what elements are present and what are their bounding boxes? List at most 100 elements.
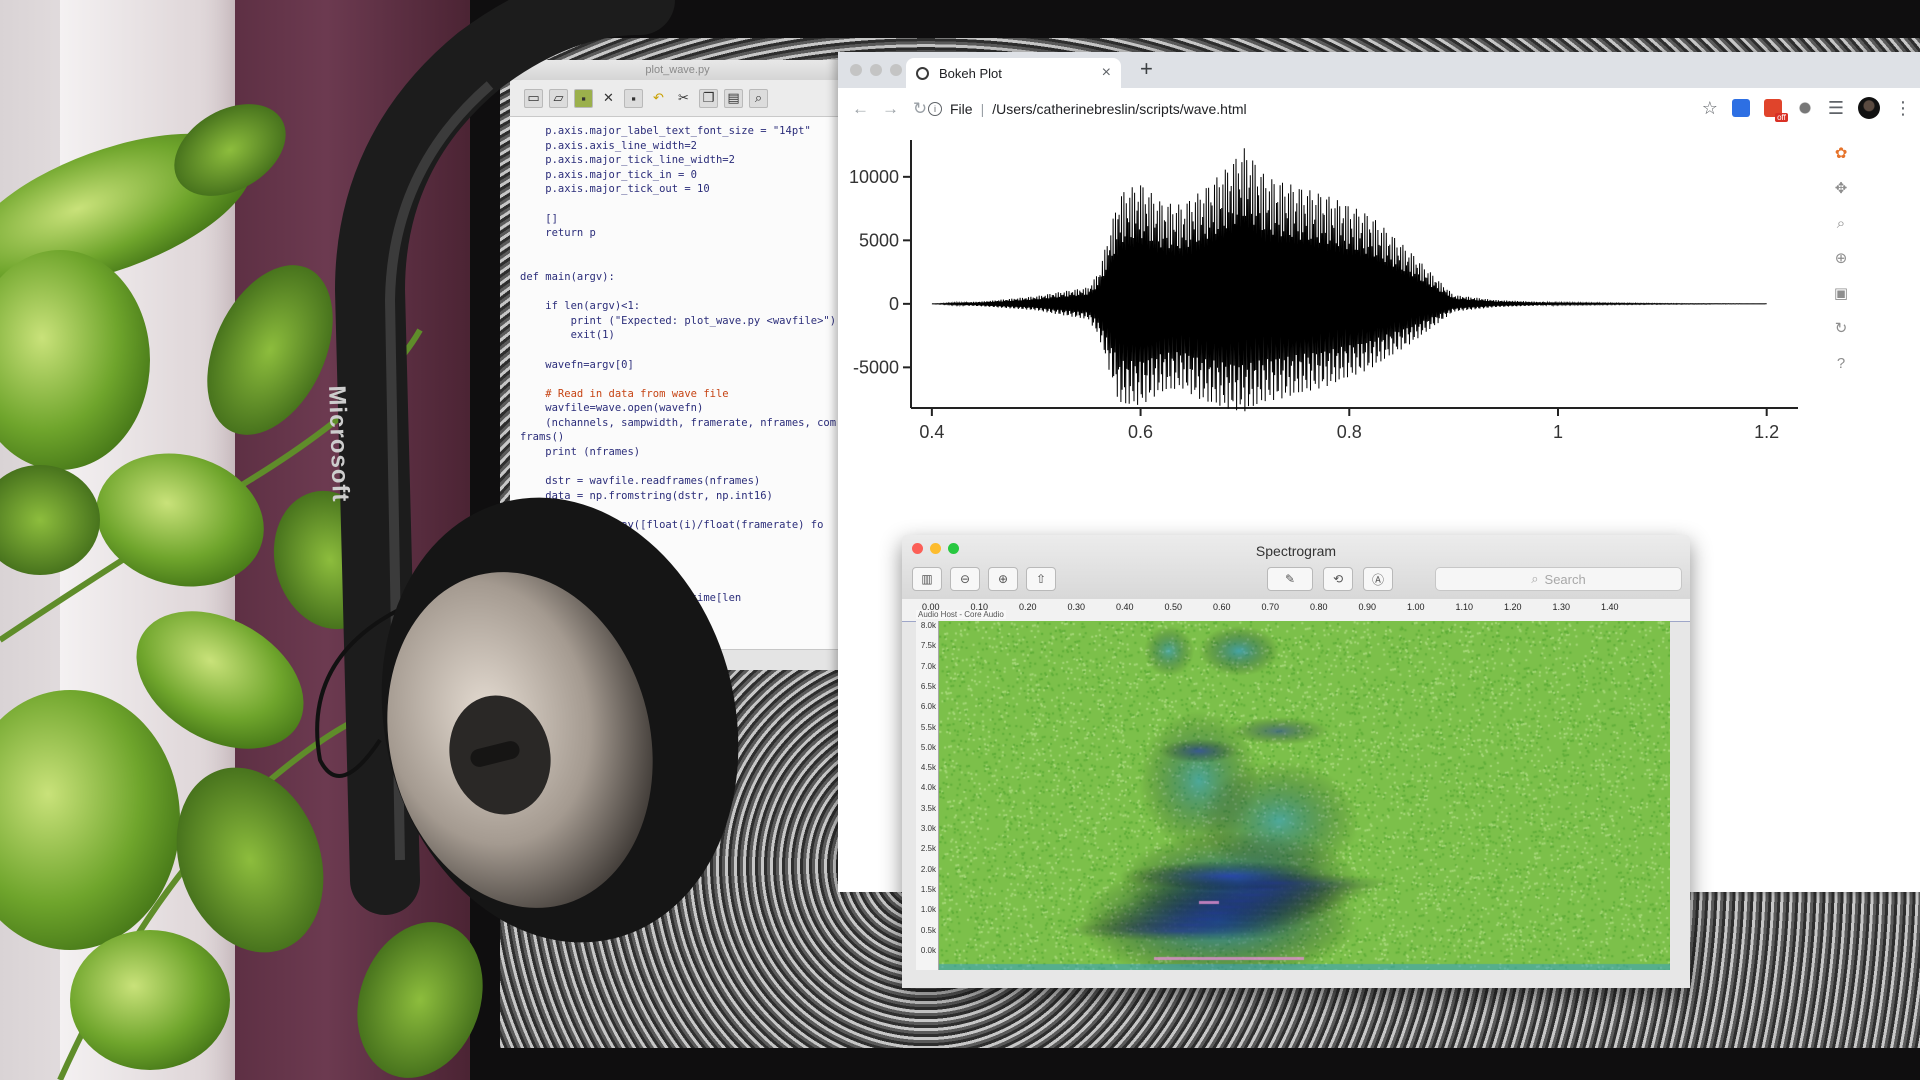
annotate-icon[interactable]: Ⓐ <box>1363 567 1393 591</box>
frequency-tick-label: 3.0k <box>920 824 936 833</box>
code-line[interactable]: frams() <box>520 430 839 445</box>
code-line[interactable]: # output page <box>520 547 839 562</box>
cut-icon[interactable]: ✂ <box>674 89 693 108</box>
code-line[interactable]: p.axis.axis_line_width=2 <box>520 139 839 154</box>
code-line[interactable]: data = np.fromstring(dstr, np.int16) <box>520 489 839 504</box>
code-line[interactable]: p.axis.major_tick_line_width=2 <box>520 153 839 168</box>
toolbar-extensions: ☆ off ☰ ⋮ <box>1702 97 1912 122</box>
code-line[interactable] <box>520 241 839 256</box>
editor-status-bar: 28 (Python ElDoc) <box>510 649 845 670</box>
playlist-icon[interactable]: ☰ <box>1828 98 1844 119</box>
code-line[interactable]: def main(argv): <box>520 270 839 285</box>
help-icon[interactable]: ? <box>1830 352 1852 374</box>
waveform-series[interactable] <box>931 148 1767 412</box>
editor-toolbar: ▭ ▱ ▪ ✕ ▪ ↶ ✂ ❐ ▤ ⌕ <box>510 80 845 117</box>
code-line[interactable]: p.axis.major_label_text_font_size = "14p… <box>520 124 839 139</box>
frequency-tick-label: 0.5k <box>920 925 936 935</box>
save-icon[interactable]: ▪ <box>574 88 593 108</box>
code-editor-window[interactable]: plot_wave.py ▭ ▱ ▪ ✕ ▪ ↶ ✂ ❐ ▤ ⌕ p.axis.… <box>510 60 846 670</box>
minimize-window-button[interactable] <box>870 64 882 76</box>
x-tick-label: 1.2 <box>1754 422 1779 442</box>
code-line[interactable] <box>520 576 839 591</box>
code-line[interactable]: p.axis.major_tick_in = 0 <box>520 168 839 183</box>
markup-pen-icon[interactable]: ✎ <box>1267 567 1313 591</box>
address-bar: ← → ↻ i File | /Users/catherinebreslin/s… <box>838 88 1920 131</box>
code-line[interactable]: dstr = wavfile.readframes(nframes) <box>520 474 839 489</box>
paste-icon[interactable]: ▤ <box>724 88 743 108</box>
spectrogram-search-input[interactable]: ⌕ Search <box>1435 567 1682 591</box>
photo-scene: plot_wave.py ▭ ▱ ▪ ✕ ▪ ↶ ✂ ❐ ▤ ⌕ p.axis.… <box>0 0 1920 1080</box>
frequency-tick-label: 4.0k <box>920 783 936 793</box>
code-line[interactable]: (nchannels, sampwidth, framerate, nframe… <box>520 416 839 431</box>
code-line[interactable]: return p <box>520 226 839 241</box>
code-line[interactable] <box>520 343 839 358</box>
frequency-tick-label: 7.5k <box>920 641 936 651</box>
reload-icon[interactable]: ↻ <box>912 99 928 119</box>
code-line[interactable]: print (nframes) <box>520 445 839 460</box>
red-extension-icon[interactable]: off <box>1763 99 1788 122</box>
reset-icon[interactable]: ↻ <box>1830 317 1852 339</box>
code-line[interactable]: exit(1) <box>520 328 839 343</box>
copy-icon[interactable]: ❐ <box>699 88 718 108</box>
info-icon[interactable]: i <box>928 102 942 116</box>
time-tick-label: 1.30 <box>1552 602 1571 612</box>
code-line[interactable] <box>520 372 839 387</box>
pan-icon[interactable]: ✥ <box>1830 177 1852 199</box>
close-icon[interactable]: ✕ <box>599 89 618 108</box>
code-line[interactable]: if len(argv)<1: <box>520 299 839 314</box>
back-arrow-icon[interactable]: ← <box>852 99 869 119</box>
time-tick-label: 0.00 <box>922 602 940 612</box>
new-file-icon[interactable]: ▭ <box>524 88 543 108</box>
box-zoom-icon[interactable]: ⌕ <box>1830 212 1852 234</box>
zoom-out-icon[interactable]: ⊖ <box>950 567 980 591</box>
menu-kebab-icon[interactable]: ⋮ <box>1894 98 1912 119</box>
search-icon[interactable]: ⌕ <box>749 88 768 108</box>
headphone-brand-logo: Microsoft <box>323 385 355 503</box>
code-line[interactable] <box>520 255 839 270</box>
save-plot-icon[interactable]: ▣ <box>1830 282 1852 304</box>
code-line[interactable]: p.axis.major_tick_out = 10 <box>520 182 839 197</box>
close-window-button[interactable] <box>850 64 862 76</box>
code-line[interactable] <box>520 503 839 518</box>
frequency-tick-label: 2.5k <box>920 844 936 854</box>
code-line[interactable]: p = ...(time, data, 0, time[len <box>520 591 839 606</box>
forward-arrow-icon[interactable]: → <box>882 99 899 119</box>
wheel-zoom-icon[interactable]: ⊕ <box>1830 247 1852 269</box>
share-icon[interactable]: ⇧ <box>1026 567 1056 591</box>
url-input[interactable]: i File | /Users/catherinebreslin/scripts… <box>928 94 1618 124</box>
zoom-window-button[interactable] <box>890 64 902 76</box>
tab-close-icon[interactable]: × <box>1102 64 1111 82</box>
bokeh-logo-icon[interactable]: ✿ <box>1830 142 1852 164</box>
code-line[interactable]: t = np.asarray([float(i)/float(framerate… <box>520 518 839 533</box>
spectrogram-window[interactable]: Spectrogram ▥ ⊖ ⊕ ⇧ ✎ ⟲ Ⓐ ⌕ Search Audio… <box>902 535 1690 988</box>
bookmark-star-icon[interactable]: ☆ <box>1702 98 1718 119</box>
code-line[interactable]: # Read in data from wave file <box>520 387 839 402</box>
code-line[interactable]: wavefn=argv[0] <box>520 358 839 373</box>
window-light <box>60 0 240 1080</box>
code-line[interactable]: print ("Expected: plot_wave.py <wavfile>… <box>520 314 839 329</box>
circle-extension-icon[interactable] <box>1795 99 1814 117</box>
code-text[interactable]: p.axis.major_label_text_font_size = "14p… <box>510 116 845 648</box>
zoom-in-icon[interactable]: ⊕ <box>988 567 1018 591</box>
undo-icon[interactable]: ↶ <box>649 89 668 108</box>
code-line[interactable]: ...wave.html") <box>520 562 839 577</box>
save-as-icon[interactable]: ▪ <box>624 88 643 108</box>
time-tick-label: 0.50 <box>1164 602 1183 612</box>
code-line[interactable] <box>520 197 839 212</box>
open-folder-icon[interactable]: ▱ <box>549 88 568 108</box>
waveform-chart[interactable]: 10000 5000 0 -5000 0.4 0.6 0.8 1 1.2 <box>838 130 1828 450</box>
code-line[interactable]: wavfile=wave.open(wavefn) <box>520 401 839 416</box>
sidebar-toggle-icon[interactable]: ▥ <box>912 567 942 591</box>
code-line[interactable]: [] <box>520 212 839 227</box>
video-extension-icon[interactable] <box>1731 99 1750 117</box>
profile-avatar[interactable] <box>1858 97 1880 119</box>
new-tab-button[interactable]: + <box>1140 56 1153 82</box>
code-line[interactable] <box>520 460 839 475</box>
tab-bokeh-plot[interactable]: Bokeh Plot × <box>906 58 1121 88</box>
code-line[interactable] <box>520 533 839 548</box>
frequency-tick-label: 8.0k <box>920 621 936 630</box>
code-line[interactable] <box>520 285 839 300</box>
rotate-icon[interactable]: ⟲ <box>1323 567 1353 591</box>
time-tick-label: 0.40 <box>1116 602 1134 612</box>
globe-icon <box>916 66 929 80</box>
